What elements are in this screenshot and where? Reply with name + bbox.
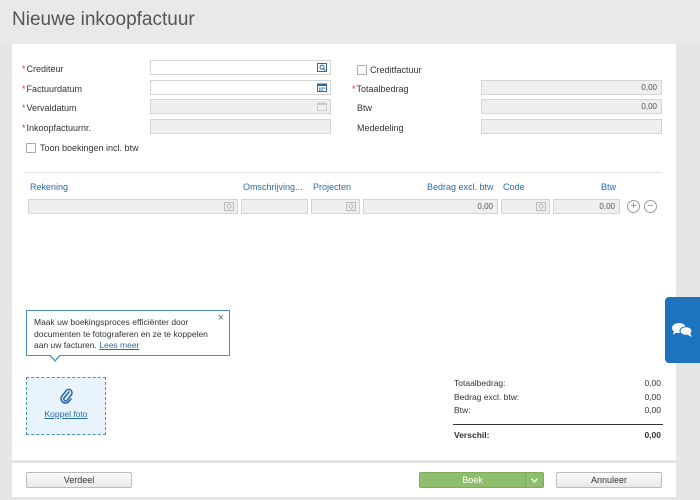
inkoopfactuurnr-input[interactable] [150,119,331,134]
toon-boekingen-checkbox[interactable] [26,143,36,153]
inkoopfactuurnr-label: *Inkoopfactuurnr. [22,123,92,133]
mededeling-label: Mededeling [357,123,404,133]
boek-button[interactable]: Boek [419,472,526,488]
creditfactuur-checkbox[interactable] [357,65,367,75]
totaalbedrag-input[interactable]: 0,00 [481,80,662,95]
totals-verschil-label: Verschil: [454,430,490,440]
mededeling-input[interactable] [481,119,662,134]
btw-row-value: 0,00 [599,202,615,211]
calendar-icon [317,102,327,111]
annuleer-button[interactable]: Annuleer [556,472,662,488]
btw-row-input[interactable]: 0,00 [553,199,620,214]
page-title: Nieuwe inkoopfactuur [12,9,195,30]
bedrag-input[interactable]: 0,00 [363,199,498,214]
title-bar: Nieuwe inkoopfactuur [0,0,700,44]
toon-boekingen-label: Toon boekingen incl. btw [40,143,139,153]
factuurdatum-input[interactable] [150,80,331,95]
chat-tab[interactable] [665,297,700,363]
koppel-foto-dropzone[interactable]: Koppel foto [26,377,106,435]
col-header-btw[interactable]: Btw [601,182,616,192]
totals-divider [453,424,663,425]
divider [24,172,662,173]
btw-label: Btw [357,103,373,113]
add-line-button[interactable]: + [627,200,640,213]
lookup-icon[interactable] [536,202,546,211]
lees-meer-link[interactable]: Lees meer [99,340,139,350]
rekening-input[interactable] [28,199,238,214]
paperclip-icon [60,388,73,404]
creditfactuur-label: Creditfactuur [370,65,422,75]
verdeel-button[interactable]: Verdeel [26,472,132,488]
totals-bedrag-excl-label: Bedrag excl. btw: [454,392,520,402]
omschrijving-input[interactable] [241,199,308,214]
totaalbedrag-value: 0,00 [641,83,657,92]
chat-icon [672,323,693,337]
bedrag-value: 0,00 [477,202,493,211]
totals-verschil-value: 0,00 [644,430,661,440]
close-icon[interactable]: × [218,312,224,325]
totals-btw-value: 0,00 [644,405,661,415]
tooltip-tail-inner [50,354,60,360]
vervaldatum-input[interactable] [150,99,331,114]
totaalbedrag-label: *Totaalbedrag [352,84,409,94]
photo-tip-tooltip: Maak uw boekingsproces efficiënter door … [26,310,230,362]
crediteur-label: *Crediteur [22,64,64,74]
chevron-down-icon [531,478,538,483]
lookup-icon[interactable] [224,202,234,211]
totals-bedrag-excl-value: 0,00 [644,392,661,402]
col-header-omschrijving[interactable]: Omschrijving... [243,182,303,192]
totals-btw-label: Btw: [454,405,471,415]
code-input[interactable] [501,199,550,214]
boek-dropdown-button[interactable] [525,472,544,488]
crediteur-input[interactable] [150,60,331,75]
totals-totaalbedrag-label: Totaalbedrag: [454,378,506,388]
col-header-bedrag[interactable]: Bedrag excl. btw [427,182,494,192]
factuurdatum-label: *Factuurdatum [22,84,83,94]
btw-value: 0,00 [641,102,657,111]
remove-line-button[interactable]: − [644,200,657,213]
koppel-foto-link[interactable]: Koppel foto [27,409,105,419]
vervaldatum-label: *Vervaldatum [22,103,77,113]
btw-input[interactable]: 0,00 [481,99,662,114]
projecten-input[interactable] [311,199,360,214]
col-header-projecten[interactable]: Projecten [313,182,351,192]
col-header-code[interactable]: Code [503,182,525,192]
calendar-icon[interactable] [317,83,327,92]
search-lookup-icon[interactable] [317,63,327,72]
totals-totaalbedrag-value: 0,00 [644,378,661,388]
lookup-icon[interactable] [346,202,356,211]
col-header-rekening[interactable]: Rekening [30,182,68,192]
